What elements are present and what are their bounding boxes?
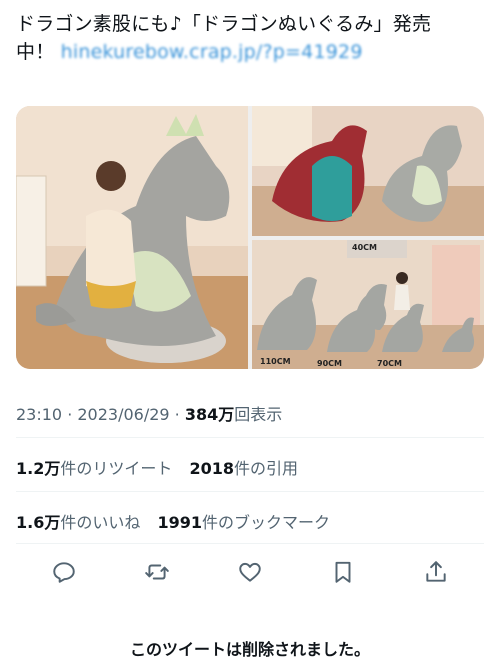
meta-separator: ·	[62, 405, 78, 424]
like-button[interactable]	[232, 554, 268, 590]
views-count: 384万	[184, 405, 235, 424]
tweet-time[interactable]: 23:10	[16, 405, 62, 424]
tweet-link[interactable]: hinekurebow.crap.jp/?p=41929	[61, 41, 363, 63]
share-icon	[426, 561, 446, 582]
size-label-110cm: 110CM	[260, 357, 291, 366]
retweets-label: 件のリツイート	[60, 459, 173, 478]
divider	[16, 437, 484, 438]
like-icon	[239, 562, 261, 582]
size-label-70cm: 70CM	[377, 359, 402, 368]
bookmarks-label: 件のブックマーク	[202, 513, 331, 532]
tweet-meta: 23:10 · 2023/06/29 · 384万回表示	[16, 401, 282, 425]
quotes-label: 件の引用	[234, 459, 299, 478]
tweet-text: ドラゴン素股にも♪「ドラゴンぬいぐるみ」発売 中！ hinekurebow.cr…	[16, 10, 486, 66]
stats-row-1: 1.2万件のリツイート 2018件の引用	[16, 455, 310, 479]
meta-separator: ·	[169, 405, 185, 424]
quotes-stat[interactable]: 2018件の引用	[189, 459, 298, 478]
quotes-count: 2018	[189, 459, 234, 478]
action-bar	[16, 552, 484, 592]
bookmark-icon	[335, 561, 351, 583]
size-label-40cm: 40CM	[352, 243, 377, 252]
divider	[16, 491, 484, 492]
media-photo-left[interactable]	[16, 106, 248, 369]
stats-row-2: 1.6万件のいいね 1991件のブックマーク	[16, 509, 342, 533]
divider	[16, 543, 484, 544]
bookmarks-stat[interactable]: 1991件のブックマーク	[157, 513, 330, 532]
tweet-text-line1: ドラゴン素股にも♪「ドラゴンぬいぐるみ」発売	[16, 13, 432, 35]
retweets-count: 1.2万	[16, 459, 61, 478]
size-label-90cm: 90CM	[317, 359, 342, 368]
reply-button[interactable]	[46, 554, 82, 590]
bookmark-button[interactable]	[325, 554, 361, 590]
retweets-stat[interactable]: 1.2万件のリツイート	[16, 459, 172, 478]
bookmarks-count: 1991	[157, 513, 202, 532]
likes-stat[interactable]: 1.6万件のいいね	[16, 513, 140, 532]
tweet-text-line2: 中！ hinekurebow.crap.jp/?p=41929	[16, 38, 486, 66]
retweet-icon	[145, 564, 169, 580]
deleted-notice: このツイートは削除されました。	[129, 640, 370, 659]
tweet-text-suffix: 中！	[16, 41, 55, 63]
retweet-button[interactable]	[139, 554, 175, 590]
media-photo-top-right[interactable]	[252, 106, 484, 236]
media-grid: 40CM 110CM 90CM 70CM	[16, 106, 484, 369]
views-label: 回表示	[234, 405, 283, 424]
likes-count: 1.6万	[16, 513, 61, 532]
media-photo-bottom-right[interactable]: 40CM 110CM 90CM 70CM	[252, 240, 484, 369]
share-button[interactable]	[418, 554, 454, 590]
likes-label: 件のいいね	[60, 513, 141, 532]
reply-icon	[53, 562, 75, 583]
tweet-date[interactable]: 2023/06/29	[77, 405, 169, 424]
